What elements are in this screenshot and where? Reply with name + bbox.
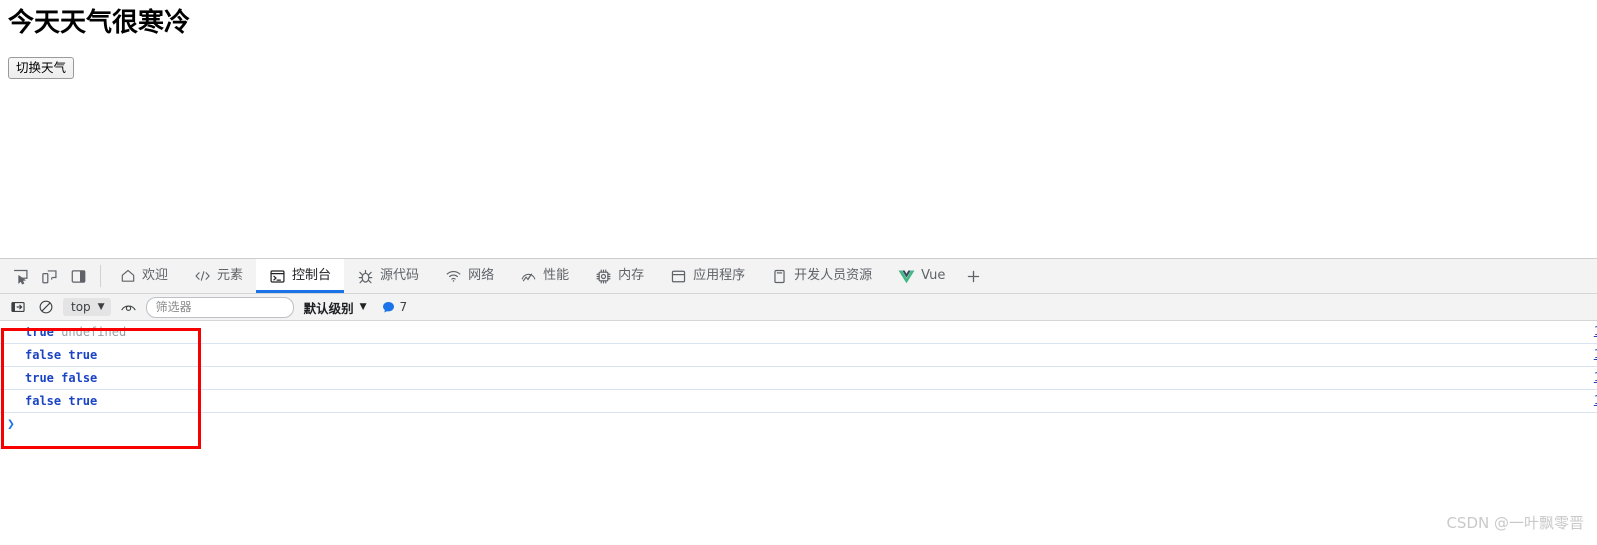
console-log-message: true undefined [0,321,126,343]
tab-label: 控制台 [292,268,332,283]
console-log-message: false true [0,344,97,366]
prompt-arrow-icon: ❯ [7,417,15,432]
tab-console[interactable]: 控制台 [256,259,345,293]
chevron-down-icon: ▼ [97,302,105,312]
performance-gauge-icon [520,268,537,285]
toggle-weather-button[interactable]: 切换天气 [8,57,75,79]
device-toolbar-icon[interactable] [36,263,63,290]
tab-network[interactable]: 网络 [432,259,507,293]
message-count-value: 7 [399,300,408,314]
devtools-tabbar: 欢迎 元素 控制台 源代码 网络 性能 内存 应用程序 开发人员资源 Vue [0,259,1597,294]
chevron-down-icon: ▼ [359,302,367,312]
tab-label: 源代码 [380,268,420,283]
console-toolbar: top ▼ 默认级别 ▼ 7 [0,294,1597,321]
log-token: true [25,325,54,339]
console-sidebar-icon[interactable] [7,297,28,318]
log-token: undefined [61,325,127,339]
console-input-prompt[interactable]: ❯ [0,413,1597,437]
tab-developer-resources[interactable]: 开发人员资源 [758,259,885,293]
code-brackets-icon [194,268,211,285]
message-bubble-icon [382,301,395,314]
tab-memory[interactable]: 内存 [582,259,657,293]
log-token: false [25,348,62,362]
wifi-icon [445,268,462,285]
log-level-selector[interactable]: 默认级别 ▼ [304,298,367,317]
execution-context-selector[interactable]: top ▼ [63,298,111,316]
execution-context-value: top [71,300,91,314]
log-token: true [25,371,54,385]
vue-logo-icon [898,268,915,285]
memory-chip-icon [595,268,612,285]
bug-icon [357,268,374,285]
tab-sources[interactable]: 源代码 [344,259,432,293]
console-terminal-icon [269,268,286,285]
tab-vue[interactable]: Vue [885,259,958,293]
log-token: false [25,394,62,408]
panel-tabs: 欢迎 元素 控制台 源代码 网络 性能 内存 应用程序 开发人员资源 Vue [106,259,958,293]
tab-label: 性能 [543,268,570,283]
console-log-message: false true [0,390,97,412]
tab-label: 元素 [217,268,244,283]
tab-welcome[interactable]: 欢迎 [106,259,181,293]
clear-console-icon[interactable] [35,297,56,318]
console-log-row[interactable]: true false 1 [0,367,1597,390]
page-heading: 今天天气很寒冷 [8,8,191,38]
tab-performance[interactable]: 性能 [507,259,582,293]
tab-elements[interactable]: 元素 [181,259,256,293]
log-token: true [68,394,98,408]
tab-label: 网络 [468,268,495,283]
csdn-watermark: CSDN @一叶飘零晋 [1446,514,1584,532]
filter-input[interactable] [145,296,294,318]
tab-label: 应用程序 [693,268,746,283]
console-log-row[interactable]: false true 1 [0,344,1597,367]
add-tab-button[interactable] [958,259,988,293]
console-log-row[interactable]: true undefined 1 [0,321,1597,344]
tab-label: 开发人员资源 [794,268,873,283]
tab-application[interactable]: 应用程序 [657,259,758,293]
message-count-badge[interactable]: 7 [382,300,408,314]
tab-label: 欢迎 [142,268,169,283]
application-window-icon [670,268,687,285]
toolbar-divider [100,265,101,287]
eye-icon[interactable] [118,297,139,318]
console-log-list[interactable]: true undefined 1 false true 1 true false… [0,321,1597,544]
rendered-web-page: 今天天气很寒冷 切换天气 [0,0,1597,258]
tab-label: Vue [921,268,946,283]
developer-resources-icon [771,268,788,285]
home-icon [119,268,136,285]
inspect-element-icon[interactable] [7,263,34,290]
dock-side-icon[interactable] [65,263,92,290]
log-token: true [68,348,98,362]
console-log-message: true false [0,367,97,389]
devtools-panel: 欢迎 元素 控制台 源代码 网络 性能 内存 应用程序 开发人员资源 Vue t… [0,258,1597,545]
tab-label: 内存 [618,268,645,283]
devtools-tool-buttons [0,259,98,293]
log-level-label: 默认级别 [303,300,354,316]
console-log-row[interactable]: false true 1 [0,390,1597,413]
log-token: false [61,371,98,385]
